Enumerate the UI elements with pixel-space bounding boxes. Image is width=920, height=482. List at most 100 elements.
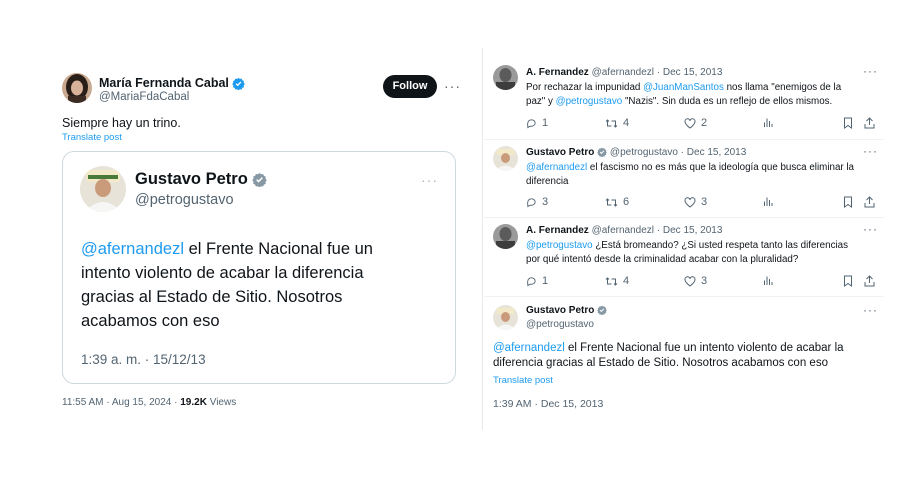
tweet-text: Siempre hay un trino. — [62, 116, 181, 130]
translate-post-link[interactable]: Translate post — [62, 132, 122, 143]
more-dots-icon[interactable]: ··· — [863, 144, 878, 158]
tweet-author-handle[interactable]: @afernandezl — [592, 67, 654, 78]
reply-count: 1 — [542, 117, 549, 129]
text-line: intento violento de acabar la diferencia — [81, 264, 364, 282]
avatar-gustavo-petro[interactable] — [493, 146, 518, 171]
mention-link[interactable]: @afernandezl — [526, 162, 587, 173]
tweet-author-handle[interactable]: @petrogustavo — [526, 319, 594, 330]
quoted-timestamp[interactable]: 1:39 a. m. · 15/12/13 — [81, 352, 206, 367]
like-button[interactable]: 3 — [684, 196, 707, 208]
translate-post-link[interactable]: Translate post — [493, 375, 553, 386]
retweet-button[interactable]: 4 — [605, 117, 629, 129]
post-timestamp[interactable]: 1:39 AM · Dec 15, 2013 — [493, 398, 603, 410]
text-part: el fascismo no es más que la ideología q… — [587, 162, 854, 173]
reply-button[interactable]: 1 — [526, 275, 548, 287]
reply-button[interactable]: 1 — [526, 117, 548, 129]
tweet-text: @afernandezl el fascismo no es más que l… — [526, 161, 854, 189]
mention-link[interactable]: @afernandezl — [81, 240, 184, 258]
quoted-tweet-card[interactable]: Gustavo Petro @petrogustavo ··· @afernan… — [62, 151, 456, 384]
text-line: el Frente Nacional fue un — [183, 240, 373, 258]
post-timestamp[interactable]: 11:55 AM · Aug 15, 2024 · — [62, 397, 180, 408]
tweet-date[interactable]: · Dec 15, 2013 — [681, 147, 747, 158]
reply-count: 3 — [542, 196, 549, 208]
views-count: 19.2K — [180, 397, 207, 408]
reply-button[interactable]: 3 — [526, 196, 548, 208]
views-button[interactable] — [763, 275, 774, 286]
tweet-author-name[interactable]: Gustavo Petro — [526, 147, 594, 158]
tweet-author-name[interactable]: A. Fernandez — [526, 225, 589, 236]
bookmark-button[interactable] — [843, 117, 853, 129]
tweet-date[interactable]: · Dec 15, 2013 — [657, 67, 723, 78]
author-handle[interactable]: @MariaFdaCabal — [99, 91, 189, 103]
verified-badge-icon — [597, 147, 607, 158]
avatar-maria-fernanda[interactable] — [62, 73, 92, 103]
share-button[interactable] — [864, 275, 875, 287]
share-icon — [864, 196, 875, 208]
retweet-button[interactable]: 4 — [605, 275, 629, 287]
share-icon — [864, 275, 875, 287]
mention-link[interactable]: @JuanManSantos — [643, 82, 724, 93]
views-button[interactable] — [763, 117, 774, 128]
bookmark-button[interactable] — [843, 196, 853, 208]
mention-link[interactable]: @afernandezl — [493, 342, 565, 354]
share-icon — [864, 117, 875, 129]
mention-link[interactable]: @petrogustavo — [526, 240, 593, 251]
more-dots-icon[interactable]: ··· — [863, 303, 878, 317]
quoted-author-handle[interactable]: @petrogustavo — [135, 192, 234, 208]
mention-link[interactable]: @petrogustavo — [556, 96, 623, 107]
reply-icon — [527, 197, 536, 207]
retweet-button[interactable]: 6 — [605, 196, 629, 208]
retweet-icon — [605, 118, 618, 128]
author-name[interactable]: María Fernanda Cabal — [99, 76, 229, 90]
avatar-a-fernandez[interactable] — [493, 224, 518, 249]
verified-badge-icon — [597, 305, 607, 316]
avatar-gustavo-petro[interactable] — [80, 166, 126, 212]
like-button[interactable]: 3 — [684, 275, 707, 287]
text-part: diferencia — [526, 176, 569, 187]
more-dots-icon[interactable]: ··· — [863, 222, 878, 236]
avatar-image — [493, 146, 518, 171]
avatar-image — [493, 65, 518, 90]
like-icon — [684, 196, 696, 208]
text-part: el Frente Nacional fue un intento violen… — [564, 342, 844, 354]
quoted-author-name[interactable]: Gustavo Petro — [135, 170, 248, 188]
tweet-text: @petrogustavo ¿Está bromeando? ¿Si usted… — [526, 239, 848, 267]
text-part: Por rechazar la impunidad — [526, 82, 644, 93]
tweet-date[interactable]: · Dec 15, 2013 — [657, 225, 723, 236]
views-button[interactable] — [763, 196, 774, 207]
like-count: 2 — [701, 117, 708, 129]
tweet-author-name[interactable]: A. Fernandez — [526, 67, 589, 78]
more-dots-icon[interactable]: ··· — [444, 78, 461, 94]
bookmark-button[interactable] — [843, 275, 853, 287]
bookmark-icon — [844, 117, 852, 129]
share-button[interactable] — [864, 196, 875, 208]
views-icon — [764, 118, 773, 127]
like-button[interactable]: 2 — [684, 117, 707, 129]
row-divider — [484, 139, 884, 140]
follow-label: Follow — [392, 80, 428, 92]
like-icon — [684, 117, 696, 129]
tweet-author-name[interactable]: Gustavo Petro — [526, 305, 594, 316]
more-dots-icon[interactable]: ··· — [863, 64, 878, 78]
verified-badge-icon — [252, 173, 268, 188]
like-icon — [684, 275, 696, 287]
text-line: gracias al Estado de Sitio. Nosotros — [81, 288, 343, 306]
avatar-image — [493, 224, 518, 249]
share-button[interactable] — [864, 117, 875, 129]
avatar-a-fernandez[interactable] — [493, 65, 518, 90]
tweet-author-handle[interactable]: @afernandezl — [592, 225, 654, 236]
text-part: ¿Está bromeando? ¿Si usted respeta tanto… — [592, 240, 848, 251]
follow-button[interactable]: Follow — [383, 75, 437, 98]
tweet-author-handle[interactable]: @petrogustavo — [610, 147, 678, 158]
text-part: diferencia gracias al Estado de Sitio. N… — [493, 357, 828, 369]
retweet-count: 4 — [623, 275, 630, 287]
bookmark-icon — [844, 196, 852, 208]
avatar-image — [62, 73, 92, 103]
reply-icon — [527, 276, 536, 286]
avatar-gustavo-petro[interactable] — [493, 305, 518, 330]
reply-icon — [527, 118, 536, 128]
more-dots-icon[interactable]: ··· — [421, 172, 438, 188]
quoted-tweet-text: @afernandezl el Frente Nacional fue un i… — [81, 237, 373, 333]
text-part: por qué intentó desde la criminalidad ac… — [526, 254, 799, 265]
like-count: 3 — [701, 275, 708, 287]
